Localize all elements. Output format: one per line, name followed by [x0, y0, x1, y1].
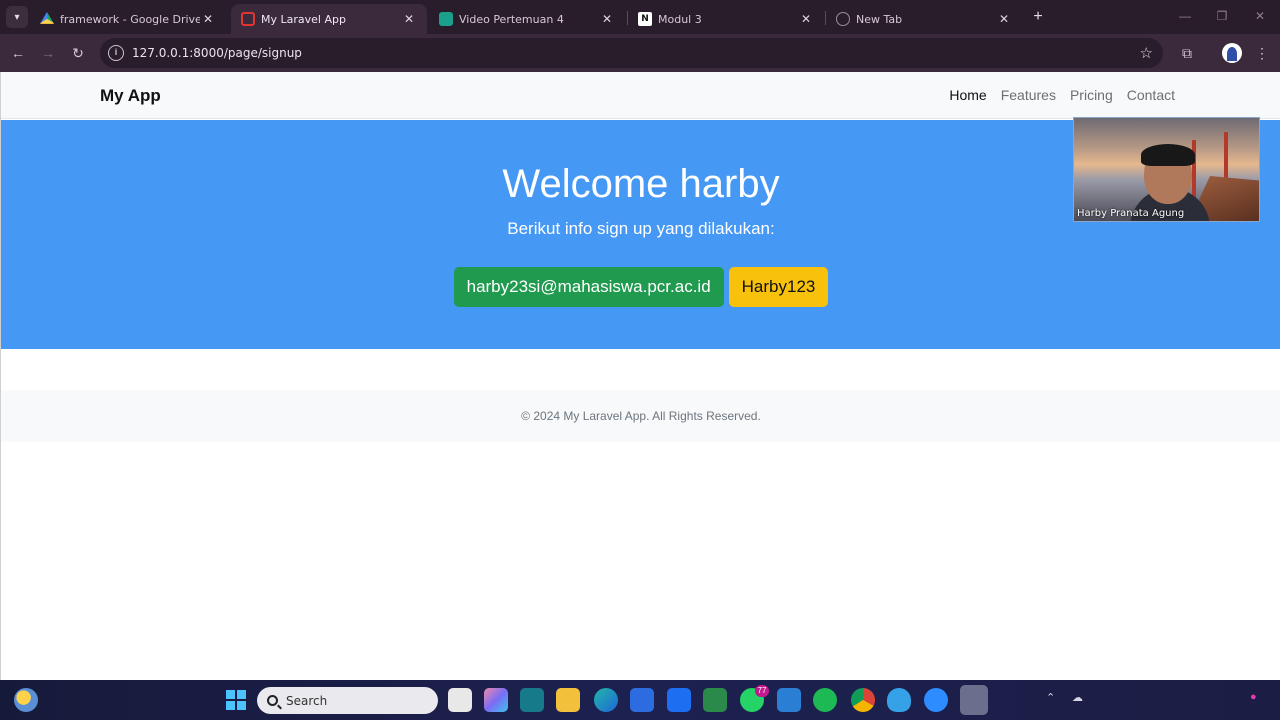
close-tab-icon[interactable]: ✕: [401, 12, 417, 26]
new-tab-button[interactable]: +: [1028, 7, 1048, 27]
windows-start-icon[interactable]: [224, 688, 248, 712]
tray-chevron-up-icon[interactable]: ⌃: [1046, 691, 1055, 704]
laravel-icon: [241, 12, 255, 26]
restore-icon[interactable]: ❐: [1214, 9, 1230, 23]
tab-title: My Laravel App: [261, 12, 346, 26]
site-footer: © 2024 My Laravel App. All Rights Reserv…: [1, 390, 1280, 442]
minimize-icon[interactable]: —: [1177, 9, 1193, 23]
terminal-icon[interactable]: [520, 688, 544, 712]
tab-title: Modul 3: [658, 12, 702, 26]
tab-search-chevron-icon[interactable]: ▾: [6, 6, 28, 28]
password-badge: Harby123: [728, 267, 829, 307]
taskbar-search-placeholder: Search: [286, 693, 328, 708]
spotify-icon[interactable]: [813, 688, 837, 712]
close-tab-icon[interactable]: ✕: [996, 12, 1012, 26]
back-arrow-icon[interactable]: ←: [8, 43, 28, 63]
email-badge: harby23si@mahasiswa.pcr.ac.id: [453, 267, 724, 307]
signup-info-badges: harby23si@mahasiswa.pcr.ac.id Harby123: [1, 267, 1280, 307]
tab-title: New Tab: [856, 12, 903, 26]
webcam-overlay: Harby Pranata Agung: [1073, 117, 1260, 222]
snipping-tool-icon[interactable]: [960, 685, 988, 715]
windows-taskbar: Search: [0, 680, 1280, 720]
close-window-icon[interactable]: ✕: [1252, 9, 1268, 23]
google-classroom-icon: [439, 12, 453, 26]
more-menu-icon[interactable]: ⋮: [1252, 43, 1272, 63]
site-info-icon[interactable]: i: [108, 45, 124, 61]
nav-link-pricing[interactable]: Pricing: [1070, 87, 1113, 103]
browser-tab-bar: ▾ framework - Google Drive ✕ My Laravel …: [0, 0, 1280, 34]
tab-modul-3[interactable]: N Modul 3 ✕: [628, 4, 824, 34]
whatsapp-notification-badge: 77: [755, 685, 769, 697]
task-view-icon[interactable]: [448, 688, 472, 712]
notification-bell-icon[interactable]: ●: [1250, 691, 1257, 703]
bookmark-star-icon[interactable]: ☆: [1140, 44, 1153, 62]
nav-link-contact[interactable]: Contact: [1127, 87, 1175, 103]
extensions-puzzle-icon[interactable]: ⧉: [1177, 43, 1197, 63]
search-icon: [267, 695, 278, 706]
tab-title: framework - Google Drive: [60, 12, 200, 26]
weather-icon[interactable]: [14, 688, 38, 712]
address-bar[interactable]: i 127.0.0.1:8000/page/signup ☆: [100, 38, 1163, 68]
dropbox-icon[interactable]: [667, 688, 691, 712]
presenter-hair: [1141, 144, 1195, 166]
welcome-subtitle: Berikut info sign up yang dilakukan:: [507, 219, 775, 238]
chrome-icon[interactable]: [851, 688, 875, 712]
tab-new-tab[interactable]: New Tab ✕: [826, 4, 1022, 34]
nav-link-home[interactable]: Home: [949, 87, 986, 103]
webcam-name-label: Harby Pranata Agung: [1077, 208, 1185, 219]
close-tab-icon[interactable]: ✕: [798, 12, 814, 26]
url-text[interactable]: 127.0.0.1:8000/page/signup: [132, 46, 302, 60]
file-explorer-icon[interactable]: [556, 688, 580, 712]
nav-links: Home Features Pricing Contact: [949, 87, 1175, 103]
browser-toolbar: ← → ↻ i 127.0.0.1:8000/page/signup ☆ ⧉ ⋮: [0, 34, 1280, 72]
globe-icon: [836, 12, 850, 26]
nav-link-features[interactable]: Features: [1001, 87, 1056, 103]
excel-icon[interactable]: [703, 688, 727, 712]
onedrive-cloud-icon[interactable]: ☁: [1072, 691, 1083, 704]
copilot-icon[interactable]: [484, 688, 508, 712]
google-drive-icon: [40, 12, 54, 24]
forward-arrow-icon[interactable]: →: [38, 43, 58, 63]
tab-title: Video Pertemuan 4: [459, 12, 564, 26]
tab-my-laravel-app[interactable]: My Laravel App ✕: [231, 4, 427, 34]
cloud-app-icon[interactable]: [887, 688, 911, 712]
brand-logo-text[interactable]: My App: [100, 86, 161, 106]
zoom-icon[interactable]: [924, 688, 948, 712]
vscode-icon[interactable]: [777, 688, 801, 712]
store-icon[interactable]: [630, 688, 654, 712]
bridge-tower: [1192, 140, 1196, 200]
profile-avatar[interactable]: [1222, 43, 1242, 63]
close-tab-icon[interactable]: ✕: [200, 12, 216, 26]
reload-icon[interactable]: ↻: [68, 43, 88, 63]
close-tab-icon[interactable]: ✕: [599, 12, 615, 26]
edge-browser-icon[interactable]: [594, 688, 618, 712]
tab-video-pertemuan-4[interactable]: Video Pertemuan 4 ✕: [429, 4, 625, 34]
site-navbar: My App Home Features Pricing Contact: [1, 72, 1280, 119]
tab-google-drive[interactable]: framework - Google Drive ✕: [30, 4, 226, 34]
notion-icon: N: [638, 12, 652, 26]
taskbar-search-box[interactable]: Search: [257, 687, 438, 714]
